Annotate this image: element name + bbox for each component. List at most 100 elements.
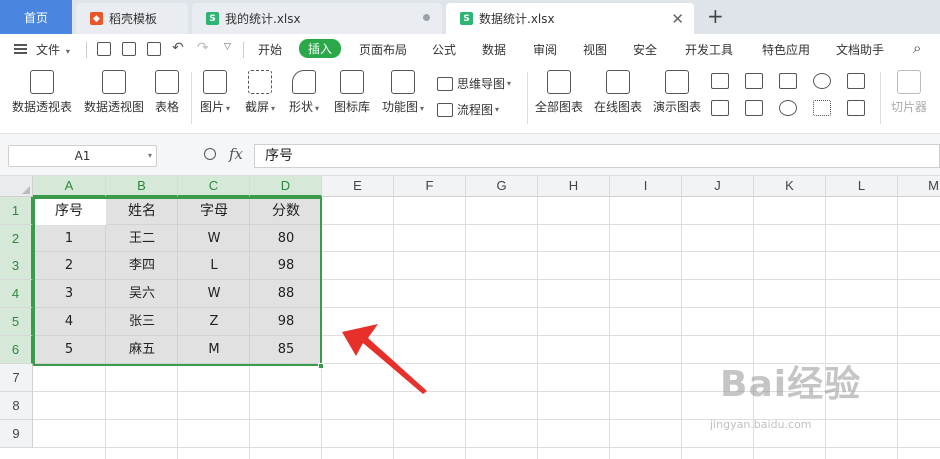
all-charts-button[interactable]: 全部图表 <box>535 70 583 114</box>
stock-chart-icon[interactable] <box>745 100 763 116</box>
file-menu[interactable]: 文件 ▾ <box>36 41 70 58</box>
fill-handle[interactable] <box>318 363 324 369</box>
data-cell[interactable]: L <box>178 252 250 280</box>
column-header[interactable]: G <box>466 176 538 197</box>
column-header[interactable]: J <box>682 176 754 197</box>
header-cell[interactable]: 序号 <box>33 197 105 225</box>
bar-chart-horizontal-icon[interactable] <box>745 73 763 89</box>
fx-icon[interactable]: fx <box>229 145 243 163</box>
data-cell[interactable]: M <box>178 336 250 364</box>
data-cell[interactable]: 98 <box>250 308 322 336</box>
mind-map-button[interactable]: 思维导图 ▾ <box>437 75 511 92</box>
column-header[interactable]: M <box>898 176 940 197</box>
data-cell[interactable]: 88 <box>250 280 322 308</box>
name-box[interactable]: A1 ▾ <box>8 145 157 167</box>
map-chart-icon[interactable] <box>711 100 729 116</box>
column-header[interactable]: K <box>754 176 826 197</box>
pie-chart-icon[interactable] <box>779 100 797 116</box>
spreadsheet-grid[interactable]: ABCDEFGHIJKLM 123456789 序号 姓名 字母 分数 1 王二 W 80 2 李… <box>0 176 940 459</box>
search-icon[interactable]: ⌕ <box>913 39 921 57</box>
row-header[interactable]: 3 <box>0 252 33 280</box>
zoom-icon[interactable] <box>204 148 216 160</box>
menu-doc-assistant[interactable]: 文档助手 <box>836 41 884 58</box>
menu-review[interactable]: 审阅 <box>533 41 557 58</box>
column-header[interactable]: I <box>610 176 682 197</box>
data-cell[interactable]: 麻五 <box>106 336 178 364</box>
data-cell[interactable]: 80 <box>250 225 322 253</box>
online-charts-button[interactable]: 在线图表 <box>594 70 642 114</box>
row-header[interactable]: 4 <box>0 280 33 308</box>
picture-button[interactable]: 图片 ▾ <box>200 70 230 116</box>
row-header[interactable]: 7 <box>0 364 33 392</box>
column-header[interactable]: F <box>394 176 466 197</box>
area-chart-icon[interactable] <box>847 73 865 89</box>
row-header[interactable]: 5 <box>0 308 33 336</box>
pivot-table-button[interactable]: 数据透视表 <box>12 70 72 114</box>
row-header[interactable]: 8 <box>0 392 33 420</box>
select-all-corner[interactable] <box>0 176 33 197</box>
column-chart-icon[interactable] <box>711 73 729 89</box>
menu-view[interactable]: 视图 <box>583 41 607 58</box>
quick-access-dropdown-icon[interactable]: ▽ <box>224 42 231 52</box>
data-cell[interactable]: 5 <box>33 336 105 364</box>
function-chart-button[interactable]: 功能图 ▾ <box>382 70 424 116</box>
menu-formulas[interactable]: 公式 <box>432 41 456 58</box>
data-cell[interactable]: 王二 <box>106 225 178 253</box>
icon-library-button[interactable]: 图标库 <box>334 70 370 114</box>
column-header[interactable]: E <box>322 176 394 197</box>
row-header[interactable]: 1 <box>0 197 33 225</box>
header-cell[interactable]: 姓名 <box>106 197 178 225</box>
menu-home[interactable]: 开始 <box>258 41 282 58</box>
table-button[interactable]: 表格 <box>155 70 179 114</box>
data-cell[interactable]: 85 <box>250 336 322 364</box>
menu-insert[interactable]: 插入 <box>299 39 342 58</box>
menu-data[interactable]: 数据 <box>482 41 506 58</box>
column-header[interactable]: B <box>106 176 178 197</box>
undo-icon[interactable]: ↶ <box>172 40 184 56</box>
data-cell[interactable]: 3 <box>33 280 105 308</box>
tab-home[interactable]: 首页 <box>0 0 72 34</box>
data-cell[interactable]: 李四 <box>106 252 178 280</box>
menu-developer[interactable]: 开发工具 <box>685 41 733 58</box>
redo-icon[interactable]: ↷ <box>197 40 209 56</box>
row-header[interactable]: 2 <box>0 225 33 253</box>
column-header[interactable]: A <box>33 176 106 197</box>
shapes-button[interactable]: 形状 ▾ <box>289 70 319 116</box>
close-tab-icon[interactable]: ✕ <box>671 10 684 28</box>
column-header[interactable]: C <box>178 176 250 197</box>
data-cell[interactable]: 张三 <box>106 308 178 336</box>
data-cell[interactable]: Z <box>178 308 250 336</box>
print-icon[interactable] <box>122 42 136 56</box>
new-tab-icon[interactable]: + <box>707 4 724 28</box>
save-icon[interactable] <box>97 42 111 56</box>
data-cell[interactable]: W <box>178 225 250 253</box>
tab-data-stats[interactable]: S 数据统计.xlsx ✕ <box>446 3 694 34</box>
tab-docer-templates[interactable]: ◆ 稻壳模板 <box>76 3 188 34</box>
tab-my-stats[interactable]: S 我的统计.xlsx <box>192 3 442 34</box>
menu-special-apps[interactable]: 特色应用 <box>762 41 810 58</box>
row-header[interactable]: 9 <box>0 420 33 448</box>
data-cell[interactable]: W <box>178 280 250 308</box>
header-cell[interactable]: 字母 <box>178 197 250 225</box>
line-chart-icon[interactable] <box>779 73 797 89</box>
radar-chart-icon[interactable] <box>813 73 831 89</box>
data-cell[interactable]: 2 <box>33 252 105 280</box>
demo-charts-button[interactable]: 演示图表 <box>653 70 701 114</box>
combo-chart-icon[interactable] <box>847 100 865 116</box>
column-header[interactable]: L <box>826 176 898 197</box>
header-cell[interactable]: 分数 <box>250 197 322 225</box>
row-header[interactable]: 6 <box>0 336 33 364</box>
screenshot-button[interactable]: 截屏 ▾ <box>245 70 275 116</box>
column-header[interactable]: D <box>250 176 322 197</box>
formula-input[interactable]: 序号 <box>254 144 940 168</box>
menu-security[interactable]: 安全 <box>633 41 657 58</box>
scatter-chart-icon[interactable] <box>813 100 831 116</box>
flowchart-button[interactable]: 流程图 ▾ <box>437 101 499 118</box>
menu-page-layout[interactable]: 页面布局 <box>359 41 407 58</box>
column-header[interactable]: H <box>538 176 610 197</box>
hamburger-icon[interactable] <box>14 44 27 54</box>
data-cell[interactable]: 98 <box>250 252 322 280</box>
data-cell[interactable]: 吴六 <box>106 280 178 308</box>
data-cell[interactable]: 1 <box>33 225 105 253</box>
data-cell[interactable]: 4 <box>33 308 105 336</box>
